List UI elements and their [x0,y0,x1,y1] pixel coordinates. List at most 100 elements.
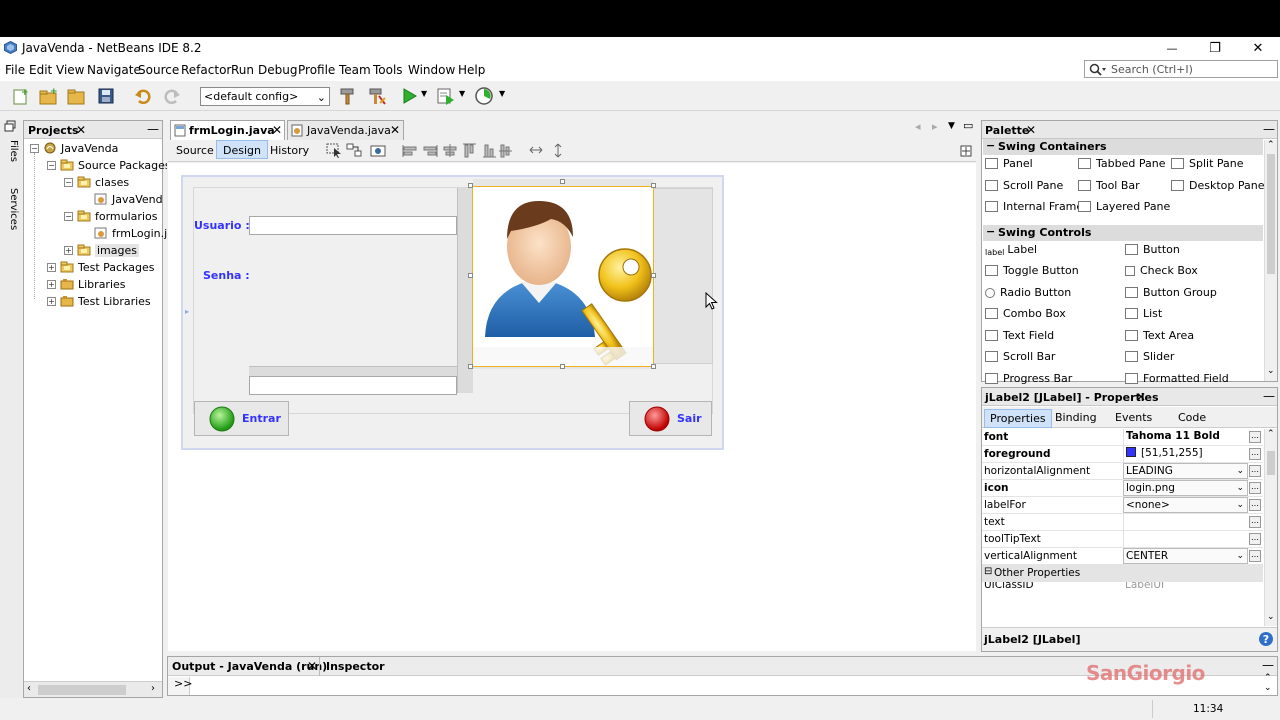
sair-button[interactable]: Sair [629,401,712,436]
property-row-partial[interactable]: UIClassID LabelUI [982,582,1263,589]
align-tools-icon[interactable] [402,143,512,158]
senha-input[interactable] [249,376,457,395]
palette-category[interactable]: − Swing Controls [983,224,1263,241]
connection-mode-icon[interactable] [346,143,362,158]
palette-item[interactable]: Toggle Button [985,264,1079,280]
palette-item[interactable]: Internal Frame [985,200,1083,216]
output-tab[interactable]: Output - JavaVenda (run) [172,660,327,673]
palette-item[interactable]: Combo Box [985,307,1066,323]
property-row[interactable]: foreground [51,51,255]… [982,446,1263,463]
new-file-icon[interactable]: + [10,86,30,106]
scroll-right-icon[interactable]: › [151,683,155,694]
ellipsis-editor-button[interactable]: … [1249,482,1261,494]
ellipsis-editor-button[interactable]: … [1249,465,1261,477]
expand-icon[interactable]: + [47,280,56,289]
collapse-icon[interactable]: − [64,212,73,221]
palette-item[interactable]: Desktop Pane [1171,179,1264,195]
menu-refactor[interactable]: Refactor [181,63,231,77]
property-value-field[interactable] [1123,514,1248,530]
menu-tools[interactable]: Tools [373,63,403,77]
save-all-icon[interactable] [96,86,116,106]
profile-dropdown-icon[interactable]: ▼ [499,89,505,98]
property-dropdown[interactable]: <none> ⌄ [1123,497,1248,513]
palette-item[interactable]: Scroll Pane [985,179,1063,195]
scroll-thumb[interactable] [1267,451,1275,475]
palette-item[interactable]: Button Group [1125,286,1217,302]
usuario-input[interactable] [249,216,457,235]
tree-item[interactable]: + images [24,242,162,259]
resize-tools-icon[interactable] [528,143,568,158]
projects-tab[interactable]: Projects [28,124,79,137]
menu-run[interactable]: Run [231,63,254,77]
minimize-panel-icon[interactable]: — [1263,389,1275,403]
resize-handle[interactable] [468,183,473,188]
tab-scroll-right-icon[interactable]: ▸ [932,120,938,133]
tab-frmlogin[interactable]: frmLogin.java ✕ [170,120,285,140]
help-icon[interactable]: ? [1258,631,1274,647]
scroll-thumb[interactable] [1267,154,1275,274]
projects-hscrollbar[interactable]: ‹ › [24,681,162,697]
property-dropdown[interactable]: LEADING ⌄ [1123,463,1248,479]
debug-dropdown-icon[interactable]: ▼ [459,89,465,98]
palette-item[interactable]: Tool Bar [1078,179,1140,195]
tree-item[interactable]: − Source Packages [24,157,171,174]
services-side-tab[interactable]: Services [3,188,19,246]
tab-scroll-left-icon[interactable]: ◂ [915,120,921,133]
scroll-up-icon[interactable]: ⌃ [1264,673,1272,683]
collapse-icon[interactable]: − [64,178,73,187]
menu-view[interactable]: View [56,63,84,77]
tree-item[interactable]: frmLogin.j [24,225,167,242]
profile-gauge-icon[interactable] [474,86,494,106]
menu-window[interactable]: Window [408,63,455,77]
expand-icon[interactable]: + [47,263,56,272]
close-icon[interactable]: ✕ [1026,123,1036,137]
palette-item[interactable]: Scroll Bar [985,350,1055,366]
resize-handle[interactable] [651,364,656,369]
tree-item[interactable]: + Test Packages [24,259,162,276]
search-box[interactable]: Search (Ctrl+I) [1084,60,1278,78]
scroll-down-icon[interactable]: ⌄ [1267,366,1275,376]
tree-item[interactable]: + Libraries [24,276,162,293]
expand-icon[interactable]: + [47,297,56,306]
ellipsis-editor-button[interactable]: … [1249,499,1261,511]
scroll-thumb[interactable] [38,685,126,695]
resize-handle[interactable] [560,364,565,369]
properties-subtab[interactable]: Properties [984,409,1052,428]
property-row[interactable]: toolTipText… [982,531,1263,548]
property-dropdown[interactable]: CENTER ⌄ [1123,548,1248,564]
menu-profile[interactable]: Profile [298,63,335,77]
resize-handle[interactable] [560,179,565,184]
clean-build-icon[interactable] [367,86,387,106]
undo-icon[interactable] [133,86,153,106]
tree-item[interactable]: JavaVend [24,191,163,208]
tree-item[interactable]: − formularios [24,208,162,225]
scroll-up-icon[interactable]: ⌃ [1267,140,1275,150]
resize-handle[interactable] [468,364,473,369]
chevron-down-icon[interactable]: ⌄ [1236,483,1244,493]
menu-source[interactable]: Source [138,63,179,77]
palette-item[interactable]: Split Pane [1171,157,1244,173]
menu-navigate[interactable]: Navigate [87,63,141,77]
palette-category[interactable]: − Swing Containers [983,139,1263,155]
property-value-field[interactable]: Tahoma 11 Bold [1123,429,1248,445]
tab-javavenda[interactable]: JavaVenda.java ✕ [287,120,404,140]
scroll-up-icon[interactable]: ⌃ [1267,429,1275,439]
property-value-field[interactable]: [51,51,255] [1123,446,1248,462]
close-button[interactable]: ✕ [1236,37,1280,59]
other-properties-group[interactable]: ⊟ Other Properties [982,565,1263,582]
palette-item[interactable]: label Label [985,243,1037,259]
palette-item[interactable]: Text Area [1125,329,1194,345]
palette-item[interactable]: Tabbed Pane [1078,157,1165,173]
palette-scrollbar[interactable]: ⌃ ⌄ [1264,140,1277,381]
property-row[interactable]: labelFor <none> ⌄… [982,497,1263,514]
ellipsis-editor-button[interactable]: … [1249,448,1261,460]
close-icon[interactable]: ✕ [272,123,282,137]
config-dropdown[interactable]: <default config> ⌄ [200,87,330,106]
resize-handle[interactable] [651,183,656,188]
code-subtab[interactable]: Code [1178,411,1206,424]
expand-output-icon[interactable]: >> [174,677,192,690]
tree-item[interactable]: − clases [24,174,162,191]
usuario-label[interactable]: Usuario : [194,219,250,232]
maximize-button[interactable]: ❐ [1193,37,1237,59]
close-icon[interactable]: ✕ [1136,390,1146,404]
